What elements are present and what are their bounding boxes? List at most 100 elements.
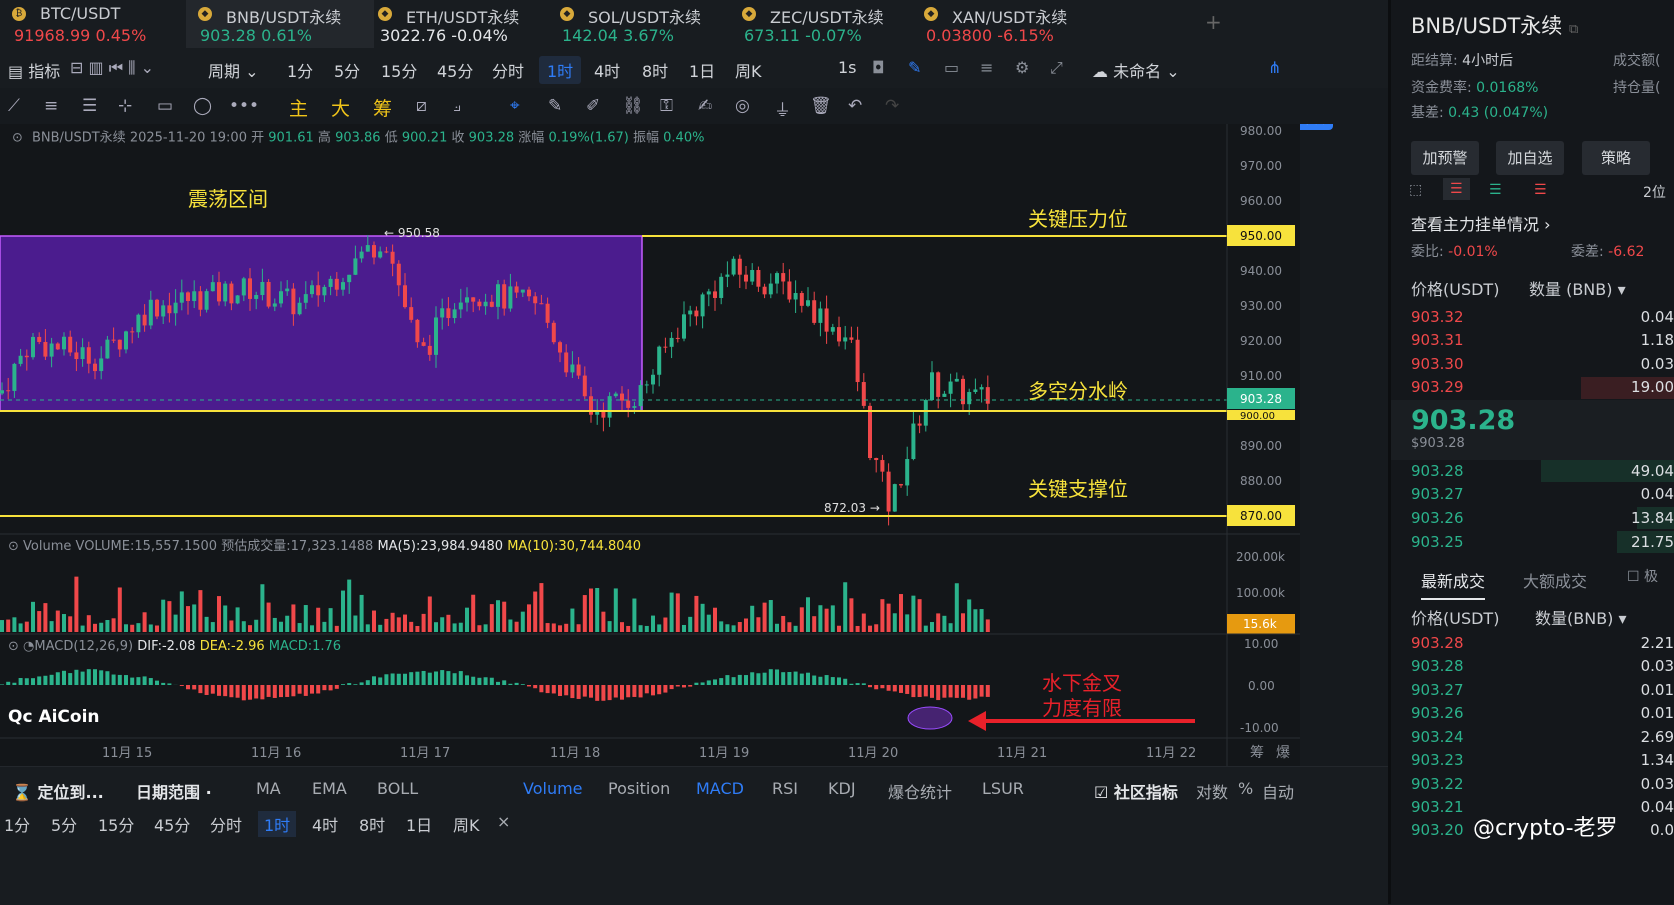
ind-liquidation[interactable]: 爆仓统计 bbox=[888, 779, 952, 803]
rect-tool-icon[interactable]: ▭ bbox=[157, 96, 173, 116]
period-dropdown[interactable]: 周期 ⌄ bbox=[208, 58, 259, 82]
interval-timeline[interactable]: 分时 bbox=[492, 58, 524, 82]
pct-toggle[interactable]: % bbox=[1238, 779, 1253, 798]
bottom-interval-5m[interactable]: 5分 bbox=[51, 812, 77, 836]
interval-15m[interactable]: 15分 bbox=[381, 58, 417, 82]
tab-xan[interactable]: ◆ XAN/USDT永续 0.03800 -6.15% bbox=[912, 0, 1100, 48]
filter-tool-icon[interactable]: ⏚ bbox=[774, 96, 791, 121]
close-icon[interactable]: × bbox=[497, 812, 510, 831]
hline-tool-icon[interactable]: ≡ bbox=[44, 96, 58, 116]
bottom-interval-timeline[interactable]: 分时 bbox=[210, 812, 242, 836]
redo-tool-icon[interactable]: ↷ bbox=[885, 96, 899, 116]
ind-volume[interactable]: Volume bbox=[523, 779, 583, 798]
tab-eth[interactable]: ◆ ETH/USDT永续 3022.76 -0.04% bbox=[366, 0, 554, 48]
log-toggle[interactable]: 对数 bbox=[1196, 779, 1228, 803]
bid-row[interactable]: 903.2613.84 bbox=[1411, 509, 1651, 534]
large-only-checkbox[interactable]: ☐ 极 bbox=[1627, 566, 1658, 586]
channel-tool-icon[interactable]: ☰ bbox=[82, 96, 97, 116]
bid-row[interactable]: 903.2521.75 bbox=[1411, 533, 1651, 558]
ind-ema[interactable]: EMA bbox=[312, 779, 347, 798]
line-tool-icon[interactable]: ⟋ bbox=[8, 96, 20, 116]
interval-4h[interactable]: 4时 bbox=[594, 58, 620, 82]
bottom-interval-1h[interactable]: 1时 bbox=[258, 811, 296, 837]
list-icon[interactable]: ≡ bbox=[980, 58, 993, 77]
bottom-interval-4h[interactable]: 4时 bbox=[312, 812, 338, 836]
community-indicators[interactable]: ☑ 社区指标 bbox=[1094, 779, 1178, 803]
cross-tool-icon[interactable]: ⊹ bbox=[118, 96, 132, 116]
ind-lsur[interactable]: LSUR bbox=[982, 779, 1024, 798]
ind-position[interactable]: Position bbox=[608, 779, 670, 798]
ind-rsi[interactable]: RSI bbox=[772, 779, 798, 798]
watchlist-button[interactable]: 加自选 bbox=[1496, 141, 1564, 175]
strategy-button[interactable]: 策略 bbox=[1582, 141, 1650, 175]
pencil-tool-icon[interactable]: ✎ bbox=[548, 96, 562, 116]
tab-large-trades[interactable]: 大额成交 bbox=[1523, 568, 1587, 592]
book-split-icon[interactable]: ☰ bbox=[1443, 178, 1470, 200]
alert-button[interactable]: 加预警 bbox=[1411, 141, 1479, 175]
add-tab-icon[interactable]: + bbox=[1205, 10, 1222, 34]
oscillation-range-box[interactable] bbox=[0, 236, 642, 411]
link-tool-icon[interactable]: ⛓ bbox=[622, 96, 644, 116]
tab-latest-trades[interactable]: 最新成交 bbox=[1421, 568, 1485, 600]
ask-row[interactable]: 903.311.18 bbox=[1411, 331, 1651, 356]
auto-toggle[interactable]: 自动 bbox=[1262, 779, 1294, 803]
magnet-tool-icon[interactable]: ⌖ bbox=[510, 96, 520, 116]
circle-tool-icon[interactable]: ◯ bbox=[193, 96, 212, 116]
interval-1d[interactable]: 1日 bbox=[689, 58, 715, 82]
book-bids-icon[interactable]: ☰ bbox=[1489, 182, 1502, 198]
depth-select[interactable]: 2位 bbox=[1643, 182, 1666, 202]
tab-bnb[interactable]: ◆ BNB/USDT永续 903.28 0.61% bbox=[186, 0, 374, 48]
undo-tool-icon[interactable]: ↶ bbox=[848, 96, 862, 116]
lock-tool-icon[interactable]: ⚿ bbox=[660, 96, 673, 116]
bottom-interval-1w[interactable]: 周K bbox=[453, 812, 480, 836]
bottom-interval-45m[interactable]: 45分 bbox=[154, 812, 190, 836]
chips-tool[interactable]: 筹 bbox=[373, 94, 392, 121]
interval-1s[interactable]: 1s bbox=[838, 58, 857, 77]
more-tool-icon[interactable]: ••• bbox=[229, 96, 259, 116]
camera-icon[interactable]: ◘ bbox=[872, 58, 885, 77]
settings-icon[interactable]: ⚙ bbox=[1015, 58, 1029, 77]
locate-button[interactable]: ⌛ 定位到... bbox=[12, 779, 104, 803]
ind-boll[interactable]: BOLL bbox=[377, 779, 418, 798]
book-asks-icon[interactable]: ☰ bbox=[1534, 182, 1547, 198]
pen-icon[interactable]: ✎ bbox=[908, 58, 921, 77]
comment-icon[interactable]: ▭ bbox=[944, 58, 959, 77]
brush-tool-icon[interactable]: ✐ bbox=[586, 96, 600, 116]
main-orders-link[interactable]: 查看主力挂单情况 › bbox=[1411, 211, 1551, 235]
bottom-interval-1m[interactable]: 1分 bbox=[4, 812, 30, 836]
trade-qty-header[interactable]: 数量(BNB) ▾ bbox=[1535, 605, 1627, 629]
indicators-button[interactable]: ▤ 指标 bbox=[8, 58, 60, 82]
bid-row[interactable]: 903.270.04 bbox=[1411, 485, 1651, 510]
ind-ma[interactable]: MA bbox=[256, 779, 281, 798]
share-icon[interactable]: ⋔ bbox=[1268, 58, 1281, 77]
book-mode-icon[interactable]: ⬚ bbox=[1409, 182, 1422, 198]
trash-tool-icon[interactable]: 🗑 bbox=[810, 96, 832, 116]
big-order-tool[interactable]: 大 bbox=[331, 94, 350, 121]
bottom-interval-15m[interactable]: 15分 bbox=[98, 812, 134, 836]
main-force-tool[interactable]: 主 bbox=[289, 94, 308, 121]
book-qty-header[interactable]: 数量 (BNB) ▾ bbox=[1529, 276, 1626, 300]
interval-8h[interactable]: 8时 bbox=[642, 58, 668, 82]
layout-name-dropdown[interactable]: ☁ 未命名 ⌄ bbox=[1092, 58, 1180, 82]
ruler-tool-icon[interactable]: ⟓ bbox=[453, 96, 461, 116]
bottom-interval-1d[interactable]: 1日 bbox=[406, 812, 432, 836]
collapse-icon[interactable]: ⊙ bbox=[12, 130, 23, 145]
bottom-interval-8h[interactable]: 8时 bbox=[359, 812, 385, 836]
ind-kdj[interactable]: KDJ bbox=[828, 779, 856, 798]
interval-1h[interactable]: 1时 bbox=[539, 56, 581, 84]
ask-row[interactable]: 903.320.04 bbox=[1411, 308, 1651, 333]
interval-1w[interactable]: 周K bbox=[735, 58, 762, 82]
bid-row[interactable]: 903.2849.04 bbox=[1411, 462, 1651, 487]
layout-icon[interactable]: ⊟ ▥ ⏮ ⫼ ⌄ bbox=[70, 58, 154, 78]
note-tool-icon[interactable]: ✍ bbox=[698, 96, 712, 116]
date-range-button[interactable]: 日期范围 · bbox=[136, 779, 212, 803]
ind-macd[interactable]: MACD bbox=[696, 779, 744, 798]
measure-tool-icon[interactable]: ⧄ bbox=[416, 96, 427, 116]
interval-45m[interactable]: 45分 bbox=[437, 58, 473, 82]
tab-btc[interactable]: ₿ BTC/USDT 91968.99 0.45% bbox=[0, 0, 188, 48]
tab-zec[interactable]: ◆ ZEC/USDT永续 673.11 -0.07% bbox=[730, 0, 918, 48]
interval-1m[interactable]: 1分 bbox=[287, 58, 313, 82]
interval-5m[interactable]: 5分 bbox=[334, 58, 360, 82]
tab-sol[interactable]: ◆ SOL/USDT永续 142.04 3.67% bbox=[548, 0, 736, 48]
fullscreen-icon[interactable]: ⤢ bbox=[1050, 58, 1063, 78]
